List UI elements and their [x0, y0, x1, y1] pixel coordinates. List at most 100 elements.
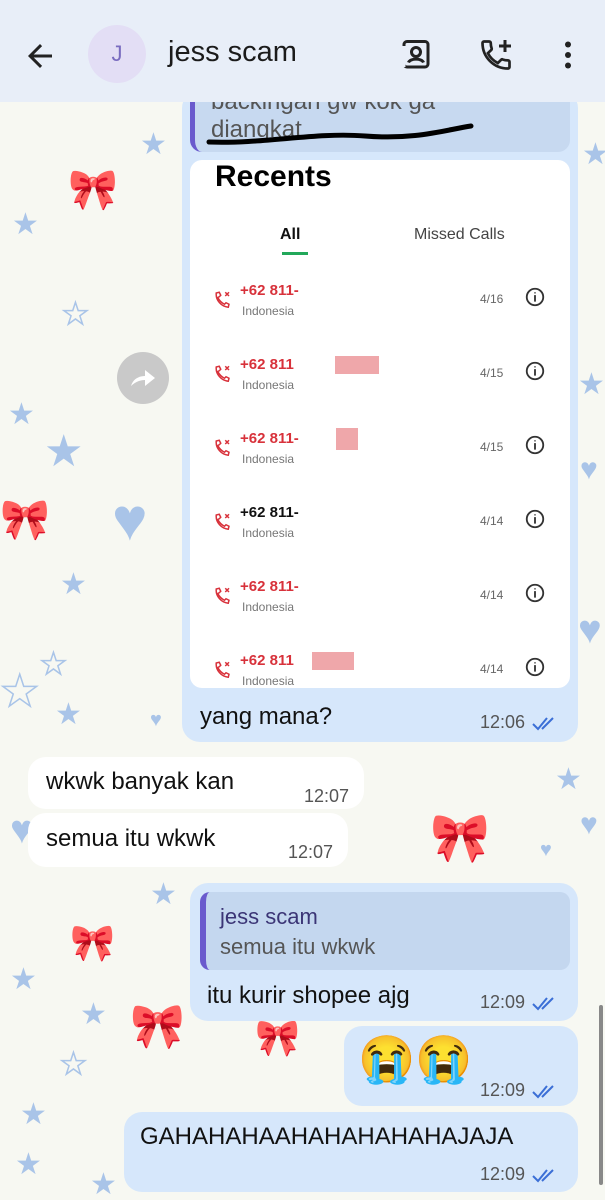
heart-decoration: ♥ [580, 453, 598, 486]
star-decoration: ★ [20, 1098, 47, 1131]
message-time: 12:06 [480, 712, 526, 732]
star-decoration: ★ [150, 878, 177, 911]
message-text: yang mana? [200, 703, 333, 730]
message-time: 12:09 [480, 1164, 526, 1184]
star-decoration: ★ [59, 1048, 87, 1081]
info-icon [525, 435, 545, 455]
info-icon [525, 509, 545, 529]
call-country: Indonesia [242, 600, 295, 614]
contact-name[interactable]: jess scam [168, 36, 297, 69]
star-decoration: ★ [8, 398, 35, 431]
call-country: Indonesia [242, 526, 295, 540]
missed-call-icon [215, 513, 230, 530]
quoted-reply[interactable]: backingan gw kok ga diangkat [190, 96, 570, 152]
quoted-text: semua itu wkwk [220, 934, 376, 959]
call-date: 4/15 [480, 440, 504, 454]
star-decoration: ★ [555, 763, 582, 796]
bow-decoration: 🎀 [0, 498, 50, 542]
call-date: 4/16 [480, 292, 504, 306]
bow-decoration: 🎀 [430, 812, 490, 865]
read-ticks-icon [532, 717, 554, 731]
star-decoration: ★ [10, 963, 37, 996]
missed-call-icon [215, 587, 230, 604]
message-text: wkwk banyak kan [46, 768, 235, 795]
heart-decoration: ♥ [540, 839, 552, 861]
heart-decoration: ♥ [112, 486, 148, 553]
redaction-mark [336, 428, 358, 450]
message-time: 12:09 [480, 992, 526, 1012]
contact-card-icon[interactable] [398, 37, 434, 73]
call-number: +62 811 [240, 652, 294, 669]
star-decoration: ★ [80, 998, 107, 1031]
call-number: +62 811- [240, 504, 299, 521]
scrollbar[interactable] [599, 1005, 603, 1185]
missed-call-icon [215, 661, 230, 678]
forward-icon [131, 370, 155, 386]
star-decoration: ★ [578, 368, 605, 401]
call-country: Indonesia [242, 378, 295, 392]
more-vertical-icon[interactable] [550, 37, 586, 73]
call-log-screenshot[interactable]: Recents All Missed Calls +62 811- Indone… [190, 160, 570, 688]
star-decoration: ★ [0, 667, 40, 716]
info-icon [525, 583, 545, 603]
quoted-sender: jess scam [220, 904, 318, 929]
call-country: Indonesia [242, 674, 295, 688]
arrow-left-icon[interactable] [22, 38, 58, 74]
call-row: +62 811- Indonesia 4/15 [190, 416, 570, 490]
read-ticks-icon [532, 997, 554, 1011]
star-decoration: ★ [140, 128, 167, 161]
call-country: Indonesia [242, 304, 295, 318]
call-number: +62 811- [240, 578, 299, 595]
star-decoration: ★ [90, 1168, 117, 1200]
phone-add-icon[interactable] [478, 37, 514, 73]
heart-decoration: ♥ [580, 808, 598, 841]
star-decoration: ★ [60, 568, 87, 601]
call-country: Indonesia [242, 452, 295, 466]
call-number: +62 811- [240, 282, 299, 299]
star-decoration: ★ [15, 1148, 42, 1181]
missed-call-icon [215, 291, 230, 308]
missed-call-icon [215, 439, 230, 456]
read-ticks-icon [532, 1169, 554, 1183]
heart-decoration: ♥ [150, 709, 162, 731]
bow-decoration: 🎀 [255, 1017, 300, 1058]
tab-missed-calls: Missed Calls [414, 226, 505, 243]
message-text: GAHAHAHAAHAHAHAHAHAJAJA [140, 1123, 514, 1150]
info-icon [525, 361, 545, 381]
call-row: +62 811- Indonesia 4/14 [190, 564, 570, 638]
call-date: 4/14 [480, 514, 504, 528]
bow-decoration: 🎀 [130, 1002, 185, 1051]
tab-indicator [282, 252, 308, 255]
call-row: +62 811 Indonesia 4/15 [190, 342, 570, 416]
star-decoration: ★ [12, 208, 39, 241]
message-time: 12:09 [480, 1080, 526, 1100]
screenshot-title: Recents [215, 160, 332, 193]
message-time: 12:07 [304, 786, 350, 806]
call-row: +62 811- Indonesia 4/16 [190, 268, 570, 342]
bow-decoration: 🎀 [70, 922, 115, 963]
heart-decoration: ♥ [578, 608, 602, 652]
quoted-message[interactable]: jess scam semua itu wkwk [200, 892, 570, 970]
crying-emoji: 😭😭 [358, 1033, 473, 1085]
info-icon [525, 287, 545, 307]
call-date: 4/14 [480, 662, 504, 676]
message-time: 12:07 [288, 842, 334, 862]
star-decoration: ★ [55, 698, 82, 731]
call-date: 4/15 [480, 366, 504, 380]
call-row: +62 811 Indonesia 4/14 [190, 638, 570, 688]
avatar-letter: J [111, 41, 123, 66]
scribble-mark [206, 123, 474, 145]
forward-button[interactable] [117, 352, 169, 404]
redaction-mark [335, 356, 379, 374]
redaction-mark [312, 652, 354, 670]
call-number: +62 811- [240, 430, 299, 447]
chat-header: J jess scam [0, 0, 605, 102]
call-row: +62 811- Indonesia 4/14 [190, 490, 570, 564]
star-decoration: ★ [44, 427, 84, 476]
missed-call-icon [215, 365, 230, 382]
star-decoration: ★ [582, 138, 605, 171]
bow-decoration: 🎀 [68, 168, 118, 212]
avatar[interactable]: J [88, 25, 146, 83]
call-number: +62 811 [240, 356, 294, 373]
read-ticks-icon [532, 1085, 554, 1099]
